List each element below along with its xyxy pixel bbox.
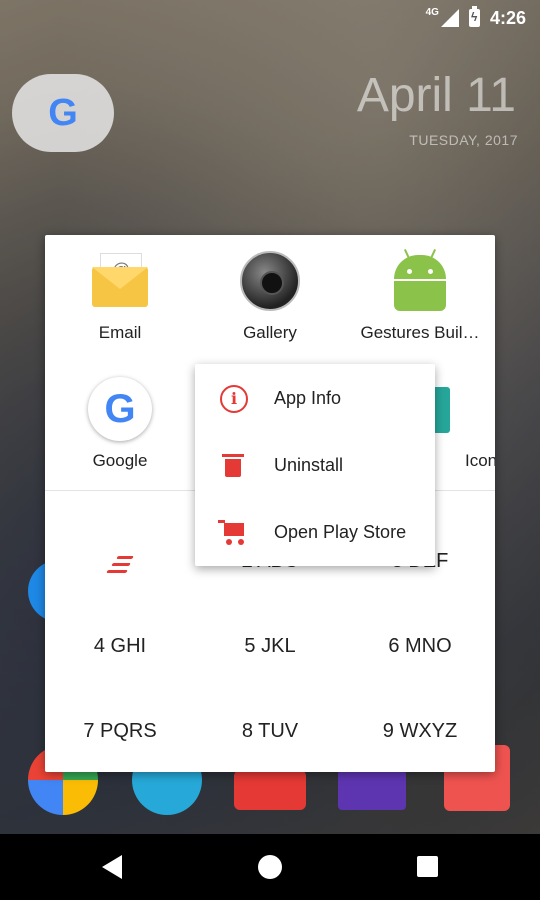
date-widget-date[interactable]: April 11	[357, 68, 516, 123]
email-icon: @	[88, 249, 152, 313]
app-context-menu: i App Info Uninstall Open Play Store	[195, 364, 435, 566]
signal-icon	[440, 9, 459, 27]
android-icon	[388, 249, 452, 313]
dialpad-key-6[interactable]: 6 MNO	[345, 635, 495, 658]
menu-item-open-play-store[interactable]: Open Play Store	[195, 499, 435, 565]
back-icon[interactable]	[102, 855, 122, 879]
network-type: 4G	[425, 6, 439, 18]
status-bar: 4G ϟ 4:26	[0, 0, 540, 36]
menu-item-label: App Info	[274, 387, 342, 408]
dialpad-key-5[interactable]: 5 JKL	[195, 635, 345, 658]
menu-item-label: Open Play Store	[274, 521, 407, 542]
app-gallery[interactable]: Gallery	[195, 249, 345, 343]
google-search-widget[interactable]: G	[12, 74, 114, 152]
app-label: Gallery	[243, 323, 297, 342]
app-google[interactable]: G Google	[45, 377, 195, 471]
app-label: Gestures Buil…	[360, 323, 480, 342]
slides-dock-icon[interactable]	[234, 770, 306, 810]
trash-icon	[218, 450, 248, 480]
google-icon: G	[88, 377, 152, 441]
gallery-icon	[238, 249, 302, 313]
app-label: Email	[98, 323, 142, 342]
navigation-bar	[0, 834, 540, 900]
dialpad-key-8[interactable]: 8 TUV	[195, 720, 345, 743]
battery-icon: ϟ	[468, 6, 480, 27]
date-widget-weekday: TUESDAY, 2017	[409, 132, 518, 148]
dialpad-key-9[interactable]: 9 WXYZ	[345, 720, 495, 743]
cart-icon	[218, 517, 248, 547]
fitness-dock-icon[interactable]	[338, 770, 406, 810]
recents-icon[interactable]	[417, 856, 438, 877]
app-label: Google	[92, 451, 148, 470]
dialpad-key-7[interactable]: 7 PQRS	[45, 720, 195, 743]
menu-item-app-info[interactable]: i App Info	[195, 365, 435, 431]
menu-item-uninstall[interactable]: Uninstall	[195, 432, 435, 498]
menu-item-label: Uninstall	[274, 454, 344, 475]
google-logo-icon: G	[48, 91, 78, 134]
app-email[interactable]: @ Email	[45, 249, 195, 343]
dialpad-key-4[interactable]: 4 GHI	[45, 635, 195, 658]
info-icon: i	[218, 383, 248, 413]
status-time: 4:26	[489, 7, 526, 28]
app-gestures-builder[interactable]: Gestures Buil…	[345, 249, 495, 343]
dialer-lines-icon[interactable]	[106, 555, 135, 575]
home-icon[interactable]	[258, 855, 282, 879]
